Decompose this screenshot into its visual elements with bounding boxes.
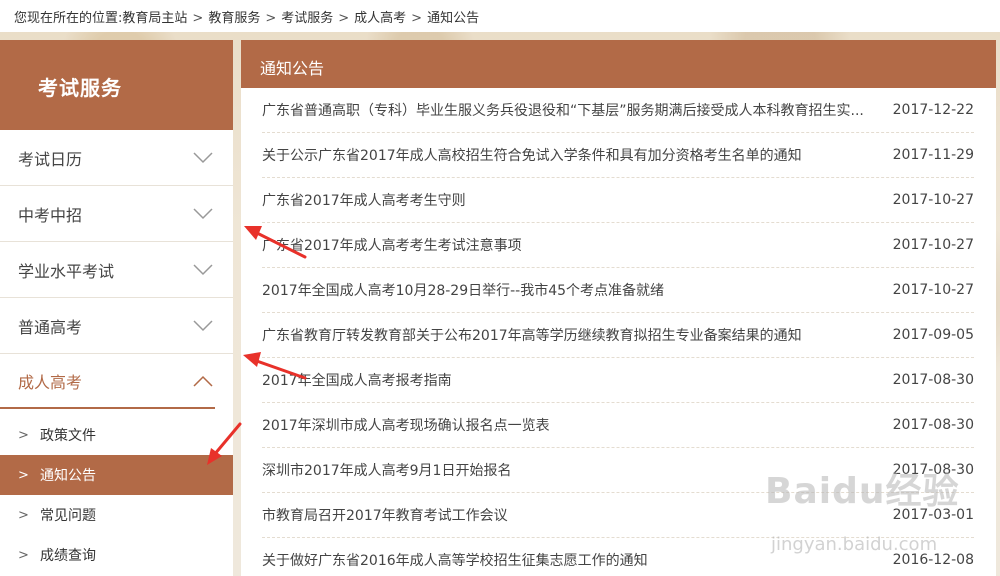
news-title-link[interactable]: 2017年深圳市成人高考现场确认报名点一览表 (262, 415, 550, 435)
news-title-link[interactable]: 2017年全国成人高考报考指南 (262, 370, 452, 390)
news-title-link[interactable]: 广东省普通高职（专科）毕业生服义务兵役退役和“下基层”服务期满后接受成人本科教育… (262, 100, 864, 120)
sidebar-sub-item-notices[interactable]: > 通知公告 (0, 455, 233, 495)
list-item[interactable]: 2017年全国成人高考报考指南 2017-08-30 (262, 358, 974, 403)
sidebar-category-exam-calendar[interactable]: 考试日历 (0, 130, 233, 186)
sidebar-category-label: 成人高考 (18, 372, 83, 392)
sidebar-sub-item-label: 政策文件 (40, 428, 96, 444)
chevron-right-icon: > (18, 547, 29, 563)
sidebar-category-zhongkao[interactable]: 中考中招 (0, 186, 233, 242)
news-date: 2017-11-29 (892, 147, 974, 163)
breadcrumb-link-exam-service[interactable]: 考试服务 (281, 7, 333, 26)
news-date: 2017-12-22 (892, 102, 974, 118)
news-title-link[interactable]: 深圳市2017年成人高考9月1日开始报名 (262, 460, 511, 480)
news-title-link[interactable]: 广东省教育厅转发教育部关于公布2017年高等学历继续教育拟招生专业备案结果的通知 (262, 325, 802, 345)
list-item[interactable]: 深圳市2017年成人高考9月1日开始报名 2017-08-30 (262, 448, 974, 493)
list-item[interactable]: 2017年全国成人高考10月28-29日举行--我市45个考点准备就绪 2017-… (262, 268, 974, 313)
news-date: 2017-10-27 (892, 237, 974, 253)
chevron-right-icon: > (18, 427, 29, 443)
list-item[interactable]: 市教育局召开2017年教育考试工作会议 2017-03-01 (262, 493, 974, 538)
sidebar-category-label: 学业水平考试 (18, 261, 115, 281)
list-item[interactable]: 广东省普通高职（专科）毕业生服义务兵役退役和“下基层”服务期满后接受成人本科教育… (262, 88, 974, 133)
list-item[interactable]: 广东省教育厅转发教育部关于公布2017年高等学历继续教育拟招生专业备案结果的通知… (262, 313, 974, 358)
news-date: 2017-03-01 (892, 507, 974, 523)
sidebar-category-proficiency-exam[interactable]: 学业水平考试 (0, 242, 233, 298)
breadcrumb-link-home[interactable]: 教育局主站 (122, 7, 187, 26)
news-date: 2017-10-27 (892, 282, 974, 298)
sidebar-category-gaokao[interactable]: 普通高考 (0, 298, 233, 354)
chevron-right-icon: > (18, 507, 29, 523)
news-title-link[interactable]: 市教育局召开2017年教育考试工作会议 (262, 505, 508, 525)
news-date: 2017-08-30 (892, 417, 974, 433)
sidebar-title: 考试服务 (0, 40, 233, 130)
sidebar-sub-item-faq[interactable]: > 常见问题 (0, 495, 233, 535)
news-date: 2017-09-05 (892, 327, 974, 343)
sidebar-category-label: 考试日历 (18, 149, 83, 169)
list-item[interactable]: 关于做好广东省2016年成人高等学校招生征集志愿工作的通知 2016-12-08 (262, 538, 974, 576)
news-date: 2017-10-27 (892, 192, 974, 208)
breadcrumb: 您现在所在的位置: 教育局主站 > 教育服务 > 考试服务 > 成人高考 > 通知公告 (0, 0, 1000, 32)
sidebar-category-label: 普通高考 (18, 317, 83, 337)
list-item[interactable]: 广东省2017年成人高考考生守则 2017-10-27 (262, 178, 974, 223)
sidebar-sub-item-label: 常见问题 (40, 508, 96, 524)
list-item[interactable]: 2017年深圳市成人高考现场确认报名点一览表 2017-08-30 (262, 403, 974, 448)
sidebar: 考试服务 考试日历 中考中招 学业水平考试 普通高考 成人高考 > 政策文件 >… (0, 40, 233, 576)
breadcrumb-current[interactable]: 通知公告 (427, 7, 479, 26)
sidebar-category-label: 中考中招 (18, 205, 83, 225)
breadcrumb-separator: > (192, 11, 204, 26)
list-item[interactable]: 广东省2017年成人高考考生考试注意事项 2017-10-27 (262, 223, 974, 268)
sidebar-sub-item-label: 通知公告 (40, 468, 96, 484)
chevron-right-icon: > (18, 467, 29, 483)
news-list: 广东省普通高职（专科）毕业生服义务兵役退役和“下基层”服务期满后接受成人本科教育… (241, 88, 996, 576)
chevron-down-icon (193, 207, 213, 220)
sidebar-sub-item-score-query[interactable]: > 成绩查询 (0, 535, 233, 575)
news-title-link[interactable]: 2017年全国成人高考10月28-29日举行--我市45个考点准备就绪 (262, 280, 664, 300)
chevron-down-icon (193, 151, 213, 164)
main-panel: 通知公告 广东省普通高职（专科）毕业生服义务兵役退役和“下基层”服务期满后接受成… (241, 40, 996, 576)
chevron-down-icon (193, 319, 213, 332)
sidebar-sub-item-label: 成绩查询 (40, 548, 96, 564)
news-date: 2016-12-08 (892, 552, 974, 568)
news-title-link[interactable]: 关于公示广东省2017年成人高校招生符合免试入学条件和具有加分资格考生名单的通知 (262, 145, 802, 165)
breadcrumb-prefix: 您现在所在的位置: (14, 11, 123, 26)
breadcrumb-separator: > (265, 11, 277, 26)
chevron-down-icon (193, 263, 213, 276)
breadcrumb-separator: > (411, 11, 423, 26)
news-title-link[interactable]: 广东省2017年成人高考考生守则 (262, 190, 466, 210)
sidebar-sub-item-policy[interactable]: > 政策文件 (0, 415, 233, 455)
breadcrumb-link-education-service[interactable]: 教育服务 (208, 7, 260, 26)
sidebar-category-adult-exam[interactable]: 成人高考 (0, 354, 215, 409)
news-title-link[interactable]: 广东省2017年成人高考考生考试注意事项 (262, 235, 522, 255)
list-item[interactable]: 关于公示广东省2017年成人高校招生符合免试入学条件和具有加分资格考生名单的通知… (262, 133, 974, 178)
breadcrumb-link-adult-exam[interactable]: 成人高考 (354, 7, 406, 26)
news-date: 2017-08-30 (892, 372, 974, 388)
sidebar-sub-list: > 政策文件 > 通知公告 > 常见问题 > 成绩查询 (0, 415, 233, 575)
news-date: 2017-08-30 (892, 462, 974, 478)
news-title-link[interactable]: 关于做好广东省2016年成人高等学校招生征集志愿工作的通知 (262, 550, 648, 570)
main-title: 通知公告 (241, 40, 996, 88)
breadcrumb-separator: > (338, 11, 350, 26)
chevron-up-icon (193, 375, 213, 387)
